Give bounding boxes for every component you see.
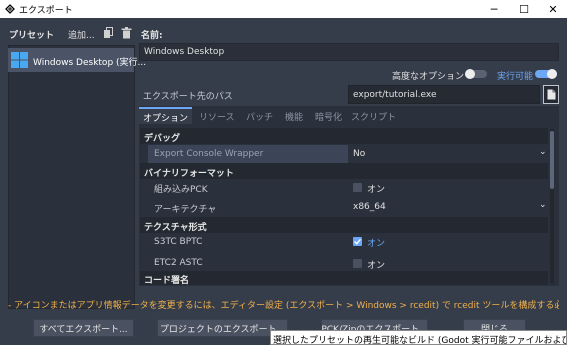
section-debug[interactable]: デバッグ bbox=[140, 128, 548, 144]
etc2-value: オン bbox=[367, 261, 386, 271]
window-title: エクスポート bbox=[19, 6, 73, 16]
name-label: 名前: bbox=[141, 31, 163, 41]
export-all-button[interactable]: すべてエクスポート... bbox=[33, 319, 134, 337]
runnable-label: 実行可能 bbox=[497, 72, 534, 82]
tab-encryption[interactable]: 暗号化 bbox=[311, 107, 346, 124]
export-path-label: エクスポート先のパス bbox=[143, 92, 233, 102]
section-code-signing-label: コード署名 bbox=[144, 276, 190, 286]
close-icon: ✕ bbox=[548, 2, 558, 16]
tab-scripts[interactable]: スクリプト bbox=[347, 107, 400, 124]
chevron-down-icon: ⌄ bbox=[539, 200, 547, 210]
embed-pck-value: オン bbox=[367, 185, 386, 195]
presets-label: プリセット bbox=[9, 31, 55, 41]
maximize-button[interactable]: ☐ bbox=[510, 0, 538, 18]
runnable-toggle[interactable] bbox=[535, 69, 557, 79]
section-code-signing[interactable]: コード署名 bbox=[140, 271, 548, 286]
delete-icon[interactable] bbox=[121, 27, 132, 39]
architecture-value: x86_64 bbox=[353, 202, 386, 212]
etc2-checkbox[interactable] bbox=[353, 259, 362, 268]
s3tc-label: S3TC BPTC bbox=[154, 237, 203, 247]
section-binary-format[interactable]: バイナリフォーマット bbox=[140, 163, 548, 179]
rcedit-warning: - アイコンまたはアプリ情報データを変更するには、エディター設定 (エクスポート… bbox=[8, 301, 559, 311]
embed-pck-label: 組み込みPCK bbox=[154, 185, 208, 195]
file-icon bbox=[547, 89, 555, 100]
app-icon bbox=[5, 4, 15, 14]
s3tc-value: オン bbox=[367, 239, 386, 249]
etc2-label: ETC2 ASTC bbox=[154, 258, 203, 268]
export-project-button[interactable]: プロジェクトのエクスポート... bbox=[157, 319, 288, 337]
browse-file-button[interactable] bbox=[543, 85, 559, 104]
maximize-icon: ☐ bbox=[519, 2, 529, 16]
duplicate-icon[interactable] bbox=[103, 27, 114, 39]
tooltip: 選択したプリセットの再生可能なビルド (Godot 実行可能ファイルおよびプロジ… bbox=[270, 330, 567, 345]
check-icon bbox=[354, 238, 362, 245]
minimize-icon: ─ bbox=[490, 2, 498, 16]
preset-list[interactable] bbox=[8, 45, 135, 309]
console-wrapper-dropdown[interactable] bbox=[348, 145, 549, 163]
add-preset-button[interactable]: 追加... bbox=[68, 28, 95, 41]
section-texture-format[interactable]: テクスチャ形式 bbox=[140, 217, 548, 233]
close-window-button[interactable]: ✕ bbox=[539, 0, 567, 18]
tab-resources[interactable]: リソース bbox=[195, 107, 239, 124]
windows-logo-icon bbox=[11, 52, 28, 68]
options-scroll-thumb[interactable] bbox=[550, 131, 554, 189]
section-texture-label: テクスチャ形式 bbox=[144, 223, 207, 233]
chevron-down-icon: ⌄ bbox=[539, 147, 547, 157]
name-field[interactable]: Windows Desktop bbox=[139, 43, 559, 61]
minimize-button[interactable]: ─ bbox=[480, 0, 508, 18]
embed-pck-checkbox[interactable] bbox=[353, 183, 362, 192]
tab-features[interactable]: 機能 bbox=[281, 107, 307, 124]
export-path-value: export/tutorial.exe bbox=[353, 90, 437, 100]
advanced-options-label: 高度なオプション bbox=[392, 72, 465, 82]
tab-options[interactable]: オプション bbox=[139, 107, 193, 124]
export-path-field[interactable]: export/tutorial.exe bbox=[348, 85, 540, 104]
tab-patches[interactable]: パッチ bbox=[242, 107, 277, 124]
console-wrapper-value: No bbox=[353, 149, 366, 159]
title-bar: エクスポート ─ ☐ ✕ bbox=[0, 0, 567, 18]
s3tc-checkbox[interactable] bbox=[353, 237, 362, 246]
section-binary-label: バイナリフォーマット bbox=[144, 169, 234, 179]
advanced-options-toggle[interactable] bbox=[465, 69, 487, 79]
console-wrapper-label: Export Console Wrapper bbox=[154, 149, 264, 159]
section-debug-label: デバッグ bbox=[144, 134, 181, 144]
name-field-value: Windows Desktop bbox=[144, 47, 225, 57]
preset-item-label: Windows Desktop (実行... bbox=[33, 58, 147, 68]
architecture-label: アーキテクチャ bbox=[154, 205, 217, 215]
